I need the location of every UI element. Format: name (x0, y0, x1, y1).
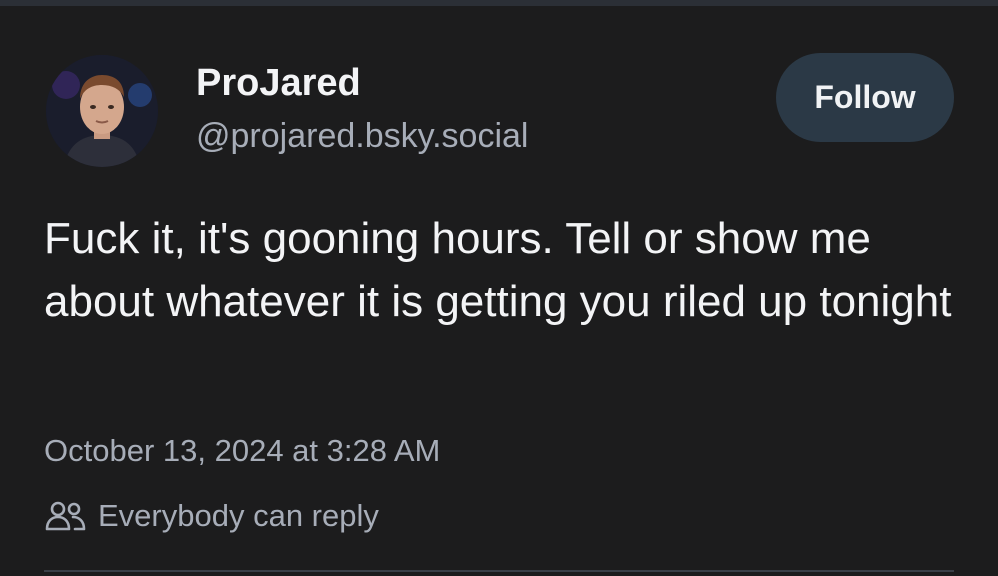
avatar-photo (46, 55, 158, 167)
author-handle[interactable]: @projared.bsky.social (196, 114, 528, 158)
post-text: Fuck it, it's gooning hours. Tell or sho… (44, 214, 952, 326)
author-avatar[interactable] (46, 55, 158, 167)
top-divider (0, 0, 998, 6)
reply-setting: Everybody can reply (44, 496, 379, 536)
post-timestamp[interactable]: October 13, 2024 at 3:28 AM (44, 431, 440, 471)
follow-button[interactable]: Follow (776, 53, 954, 142)
reply-setting-label: Everybody can reply (98, 498, 379, 533)
author-display-name[interactable]: ProJared (196, 60, 361, 106)
people-icon (44, 499, 88, 533)
bottom-divider (44, 570, 954, 572)
